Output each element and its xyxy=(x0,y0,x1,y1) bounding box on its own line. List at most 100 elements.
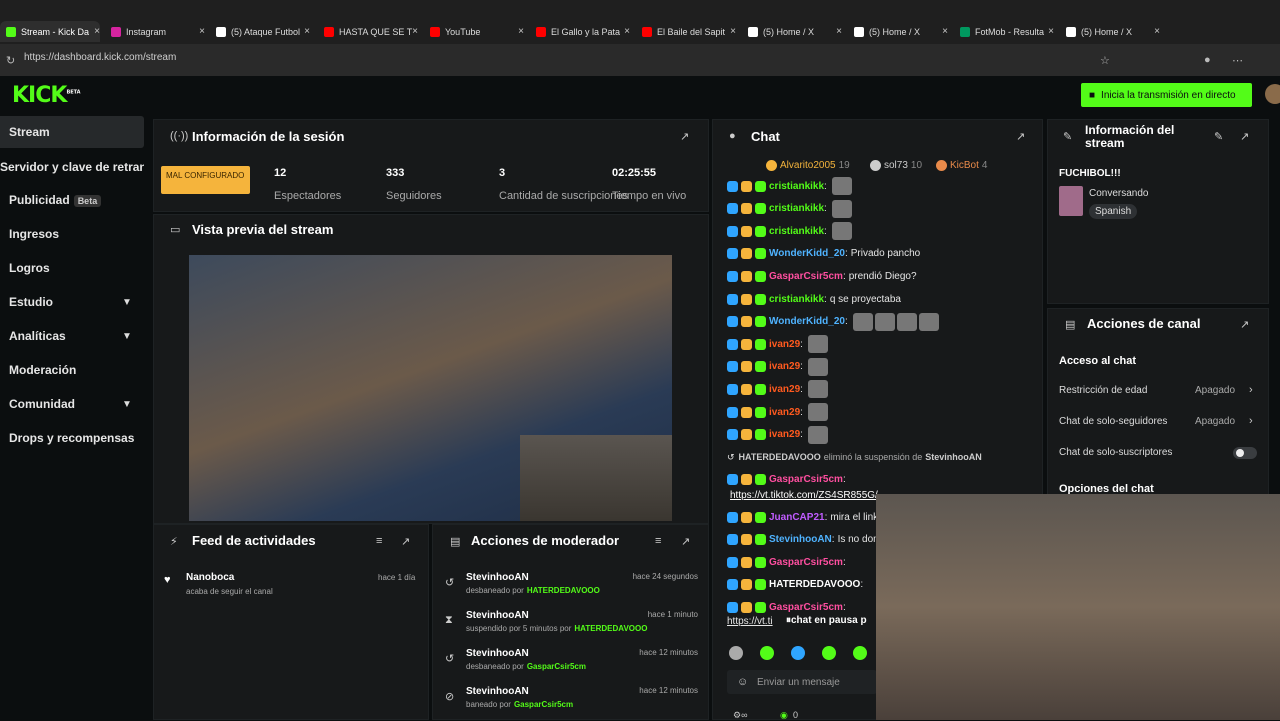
filter-icon[interactable]: ≡ xyxy=(376,535,382,547)
browser-tab[interactable]: Stream - Kick Da × xyxy=(0,21,100,42)
emote-icon[interactable] xyxy=(807,380,828,399)
close-icon[interactable]: × xyxy=(94,26,100,37)
top-gifter[interactable]: Alvarito2005 19 xyxy=(766,160,850,171)
chat-username[interactable]: cristiankikk xyxy=(769,181,824,192)
chat-username[interactable]: GasparCsir5cm xyxy=(769,474,843,485)
popout-icon[interactable]: ↗ xyxy=(1016,130,1025,143)
close-icon[interactable]: × xyxy=(730,26,736,37)
filter-icon[interactable]: ≡ xyxy=(655,535,661,547)
sidebar-item-stream[interactable]: Stream xyxy=(0,116,144,148)
kick-logo[interactable]: KICKBETA xyxy=(12,83,81,108)
mod-actor[interactable]: HATERDEDAVOOO xyxy=(527,586,600,595)
emote-icon[interactable] xyxy=(831,177,852,195)
profile-icon[interactable]: ● xyxy=(1204,54,1211,66)
top-gifter[interactable]: sol73 10 xyxy=(870,160,922,171)
chat-username[interactable]: HATERDEDAVOOO xyxy=(769,579,860,590)
chat-link[interactable]: https://vt.ti xyxy=(727,614,773,628)
emote-icon[interactable] xyxy=(807,425,828,444)
chevron-down-icon[interactable]: ▼ xyxy=(122,297,132,308)
chat-username[interactable]: ivan29 xyxy=(769,429,800,440)
settings-icon[interactable]: ⚙∞ xyxy=(733,710,747,721)
chat-username[interactable]: GasparCsir5cm xyxy=(769,271,843,282)
system-target[interactable]: StevinhooAN xyxy=(925,452,982,462)
menu-icon[interactable]: ⋯ xyxy=(1232,54,1243,67)
popout-icon[interactable]: ↗ xyxy=(401,535,410,548)
emote-shortcut-icon[interactable] xyxy=(822,646,836,660)
sidebar-item-studio[interactable]: Estudio xyxy=(9,295,53,309)
system-actor[interactable]: HATERDEDAVOOO xyxy=(739,452,821,462)
emote-icon[interactable] xyxy=(852,312,873,331)
emoji-icon[interactable]: ☺ xyxy=(737,676,748,688)
browser-tab[interactable]: FotMob - Resulta × xyxy=(954,21,1054,42)
close-icon[interactable]: × xyxy=(199,26,205,37)
feed-user[interactable]: Nanoboca xyxy=(186,572,234,583)
user-avatar[interactable] xyxy=(1265,84,1280,104)
browser-tab[interactable]: (5) Home / X × xyxy=(742,21,842,42)
chat-username[interactable]: cristiankikk xyxy=(769,294,824,305)
close-icon[interactable]: × xyxy=(942,26,948,37)
mod-target-user[interactable]: StevinhooAN xyxy=(466,686,529,697)
sidebar-item-achievements[interactable]: Logros xyxy=(9,261,50,275)
browser-tab[interactable]: El Baile del Sapit × xyxy=(636,21,736,42)
close-icon[interactable]: × xyxy=(412,26,418,37)
close-icon[interactable]: × xyxy=(624,26,630,37)
chat-message-input[interactable]: Enviar un mensaje xyxy=(727,670,877,694)
mod-actor[interactable]: GasparCsir5cm xyxy=(527,662,586,671)
chevron-down-icon[interactable]: ▼ xyxy=(122,399,132,410)
top-gifter[interactable]: KicBot 4 xyxy=(936,160,987,171)
close-icon[interactable]: × xyxy=(1048,26,1054,37)
chat-username[interactable]: JuanCAP21 xyxy=(769,512,825,523)
chat-username[interactable]: StevinhooAN xyxy=(769,534,832,545)
mod-actor[interactable]: GasparCsir5cm xyxy=(514,700,573,709)
chat-username[interactable]: ivan29 xyxy=(769,407,800,418)
followers-only-value[interactable]: Apagado xyxy=(1195,416,1235,427)
chat-paused-banner[interactable]: ⏸ chat en pausa p xyxy=(786,613,867,627)
emote-shortcut-icon[interactable] xyxy=(791,646,805,660)
chat-username[interactable]: ivan29 xyxy=(769,339,800,350)
browser-tab[interactable]: YouTube × xyxy=(424,21,524,42)
emote-icon[interactable] xyxy=(831,199,852,218)
close-icon[interactable]: × xyxy=(1154,26,1160,37)
browser-tab[interactable]: El Gallo y la Pata × xyxy=(530,21,630,42)
popout-icon[interactable]: ↗ xyxy=(680,130,689,143)
browser-tab[interactable]: (5) Home / X × xyxy=(848,21,948,42)
sidebar-item-server-key[interactable]: Servidor y clave de retransmisión xyxy=(0,160,144,174)
emote-icon[interactable] xyxy=(896,312,917,331)
chevron-right-icon[interactable]: › xyxy=(1249,415,1253,427)
emote-icon[interactable] xyxy=(807,335,828,354)
go-live-button[interactable]: ■ Inicia la transmisión en directo xyxy=(1081,83,1252,107)
mod-target-user[interactable]: StevinhooAN xyxy=(466,572,529,583)
url-field[interactable]: https://dashboard.kick.com/stream xyxy=(24,52,176,63)
browser-tab[interactable]: (5) Home / X × xyxy=(1060,21,1160,42)
subs-only-toggle[interactable] xyxy=(1233,447,1257,459)
emote-icon[interactable] xyxy=(807,357,828,376)
mod-target-user[interactable]: StevinhooAN xyxy=(466,648,529,659)
category-thumbnail[interactable] xyxy=(1059,186,1083,216)
sidebar-item-analytics[interactable]: Analíticas xyxy=(9,329,66,343)
close-icon[interactable]: × xyxy=(836,26,842,37)
browser-tab[interactable]: HASTA QUE SE T × xyxy=(318,21,418,42)
close-icon[interactable]: × xyxy=(518,26,524,37)
emote-icon[interactable] xyxy=(874,312,895,331)
age-restriction-value[interactable]: Apagado xyxy=(1195,385,1235,396)
emote-icon[interactable] xyxy=(918,312,939,331)
popout-icon[interactable]: ↗ xyxy=(681,535,690,548)
emote-shortcut-icon[interactable] xyxy=(853,646,867,660)
sidebar-item-community[interactable]: Comunidad xyxy=(9,397,75,411)
chat-username[interactable]: GasparCsir5cm xyxy=(769,557,843,568)
chat-username[interactable]: WonderKidd_20 xyxy=(769,316,845,327)
reload-icon[interactable]: ↻ xyxy=(6,54,15,67)
emote-shortcut-icon[interactable] xyxy=(729,646,743,660)
mod-actor[interactable]: HATERDEDAVOOO xyxy=(574,624,647,633)
popout-icon[interactable]: ↗ xyxy=(1240,318,1249,331)
chevron-down-icon[interactable]: ▼ xyxy=(122,331,132,342)
sidebar-item-drops[interactable]: Drops y recompensas xyxy=(9,431,134,445)
chevron-right-icon[interactable]: › xyxy=(1249,384,1253,396)
star-icon[interactable]: ☆ xyxy=(1100,54,1110,67)
emote-icon[interactable] xyxy=(807,403,828,421)
emote-icon[interactable] xyxy=(831,222,852,241)
sidebar-item-moderation[interactable]: Moderación xyxy=(9,363,76,377)
sidebar-item-revenue[interactable]: Ingresos xyxy=(9,227,59,241)
popout-icon[interactable]: ↗ xyxy=(1240,130,1249,143)
config-status-badge[interactable]: MAL CONFIGURADO xyxy=(161,166,250,194)
